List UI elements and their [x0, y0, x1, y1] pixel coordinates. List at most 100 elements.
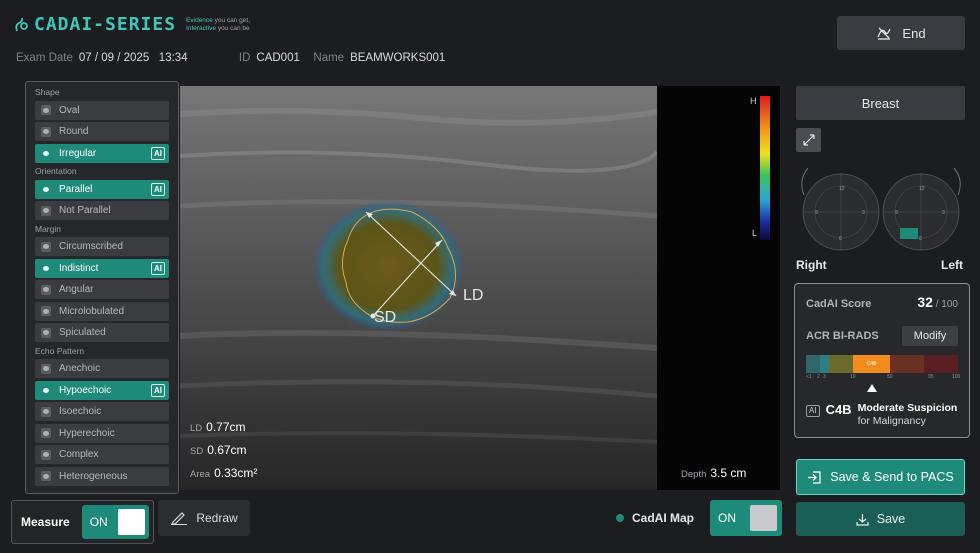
ai-badge-icon: AI [151, 182, 165, 196]
expand-icon[interactable] [796, 128, 821, 152]
breast-clock-map[interactable]: 12 3 6 9 12 3 6 9 [796, 150, 966, 260]
bar-segment-selected: C4B [853, 355, 890, 373]
right-breast-diagram: 12 3 6 9 [801, 167, 880, 251]
right-clock-3: 3 [862, 210, 865, 216]
indistinct-shape-icon [41, 263, 51, 273]
right-side-label: Right [796, 258, 827, 272]
section-title: Orientation [35, 166, 77, 176]
bar-segment [829, 355, 853, 373]
lexicon-option-label: Hypoechoic [59, 384, 112, 396]
exam-date-label: Exam Date [16, 52, 73, 64]
scale-low-label: L [752, 228, 758, 238]
send-icon [808, 470, 821, 484]
lexicon-option-label: Spiculated [59, 327, 106, 338]
parallel-shape-icon [41, 184, 51, 194]
lexicon-option-label: Indistinct [59, 262, 99, 274]
download-icon [856, 513, 869, 526]
lexicon-option-heterogeneous[interactable]: Heterogeneous [35, 466, 169, 486]
assessment-result: AI C4B Moderate Suspicion for Malignancy [806, 402, 966, 428]
left-clock-12: 12 [919, 186, 925, 192]
microlobulated-shape-icon [41, 306, 51, 316]
logo-icon [15, 17, 28, 31]
lexicon-option-not-parallel[interactable]: Not Parallel [35, 201, 169, 220]
measure-toggle[interactable]: ON [81, 505, 149, 539]
ai-badge-icon: AI [151, 261, 165, 275]
area-measurement: Area 0.33cm² [190, 466, 258, 480]
ultrasound-viewer[interactable]: LD SD H L LD 0.77cm SD 0.67cm Area 0.33cm² … [180, 86, 780, 490]
lexicon-option-label: Microlobulated [59, 305, 125, 317]
lexicon-option-label: Not Parallel [59, 205, 111, 216]
lexicon-option-round[interactable]: Round [35, 122, 169, 141]
sd-measurement: SD 0.67cm [190, 443, 247, 457]
ai-badge-icon: AI [151, 383, 165, 397]
angular-shape-icon [41, 284, 51, 295]
patient-name-label: Name [313, 52, 345, 64]
birads-scale-bar: C4B [806, 355, 958, 373]
lexicon-option-spiculated[interactable]: Spiculated [35, 323, 169, 342]
bar-segment [806, 355, 820, 373]
save-label: Save [876, 512, 906, 526]
spiculated-shape-icon [41, 327, 51, 338]
left-clock-6: 6 [919, 236, 922, 242]
left-breast-diagram: 12 3 6 9 [882, 167, 961, 251]
score-value: 32 / 100 [917, 294, 958, 310]
birads-scale-ticks: <1 2 3 10 50 95 100 [806, 374, 961, 380]
ultrasound-image: LD SD [180, 86, 657, 490]
save-send-pacs-label: Save & Send to PACS [830, 470, 954, 484]
round-shape-icon [41, 126, 51, 137]
lexicon-option-hypoechoic[interactable]: Hypoechoic AI [35, 380, 169, 400]
section-title: Shape [35, 87, 60, 97]
end-button[interactable]: End [837, 16, 965, 50]
redraw-button[interactable]: Redraw [158, 500, 250, 536]
toggle-knob [750, 505, 777, 531]
app-logo: CADAI-SERIES Evidence you can get, Inter… [14, 14, 250, 35]
result-title: Moderate Suspicion [857, 402, 958, 414]
lexicon-option-indistinct[interactable]: Indistinct AI [35, 258, 169, 278]
ld-measurement: LD 0.77cm [190, 420, 246, 434]
section-title: Echo Pattern [35, 345, 85, 356]
cadai-map-toggle[interactable]: ON [710, 500, 782, 536]
lexicon-option-label: Heterogeneous [59, 470, 128, 482]
lexicon-option-anechoic[interactable]: Anechoic [35, 359, 169, 378]
lexicon-option-irregular[interactable]: Irregular AI [35, 143, 169, 163]
score-pointer-icon [867, 384, 877, 392]
hypoechoic-shape-icon [41, 385, 51, 395]
toggle-knob [117, 509, 145, 535]
lexicon-option-label: Oval [59, 104, 80, 116]
anechoic-shape-icon [41, 363, 51, 374]
end-button-label: End [902, 25, 926, 41]
region-selector-button[interactable]: Breast [796, 86, 965, 120]
lexicon-option-label: Hyperechoic [59, 427, 115, 439]
section-title: Margin [35, 223, 61, 234]
lexicon-option-angular[interactable]: Angular [35, 280, 169, 299]
lexicon-panel: Shape Oval Round Irregular AI Orientation Para… [25, 81, 179, 494]
exam-info: Exam Date 07 / 09 / 2025 13:34 ID CAD001… [16, 52, 445, 64]
lexicon-option-label: Isoechoic [59, 406, 102, 417]
redraw-label: Redraw [196, 511, 238, 525]
score-row: CadAI Score 32 / 100 [806, 294, 958, 310]
birads-label: ACR BI-RADS [806, 330, 879, 342]
lexicon-option-label: Complex [59, 449, 99, 460]
score-label: CadAI Score [806, 298, 872, 310]
lexicon-option-complex[interactable]: Complex [35, 445, 169, 464]
cadai-map-label: CadAI Map [632, 511, 695, 525]
lexicon-option-microlobulated[interactable]: Microlobulated [35, 301, 169, 321]
bar-segment [820, 355, 829, 373]
lexicon-option-hyperechoic[interactable]: Hyperechoic [35, 423, 169, 443]
lexicon-option-circumscribed[interactable]: Circumscribed [35, 237, 169, 256]
ai-icon: AI [806, 405, 820, 417]
lexicon-option-isoechoic[interactable]: Isoechoic [35, 402, 169, 421]
depth-readout: Depth 3.5 cm [681, 466, 747, 480]
not-parallel-shape-icon [41, 205, 51, 216]
lexicon-option-oval[interactable]: Oval [35, 100, 169, 120]
lexicon-option-parallel[interactable]: Parallel AI [35, 179, 169, 199]
lexicon-option-label: Parallel [59, 183, 93, 195]
measure-label: Measure [21, 515, 70, 529]
lesion-location-marker [900, 228, 918, 239]
save-button[interactable]: Save [796, 502, 965, 536]
modify-button[interactable]: Modify [902, 326, 958, 346]
save-send-pacs-button[interactable]: Save & Send to PACS [796, 459, 965, 495]
brand-name: CADAI-SERIES [34, 14, 177, 35]
lexicon-option-label: Irregular [59, 147, 97, 159]
scale-high-label: H [750, 96, 757, 106]
